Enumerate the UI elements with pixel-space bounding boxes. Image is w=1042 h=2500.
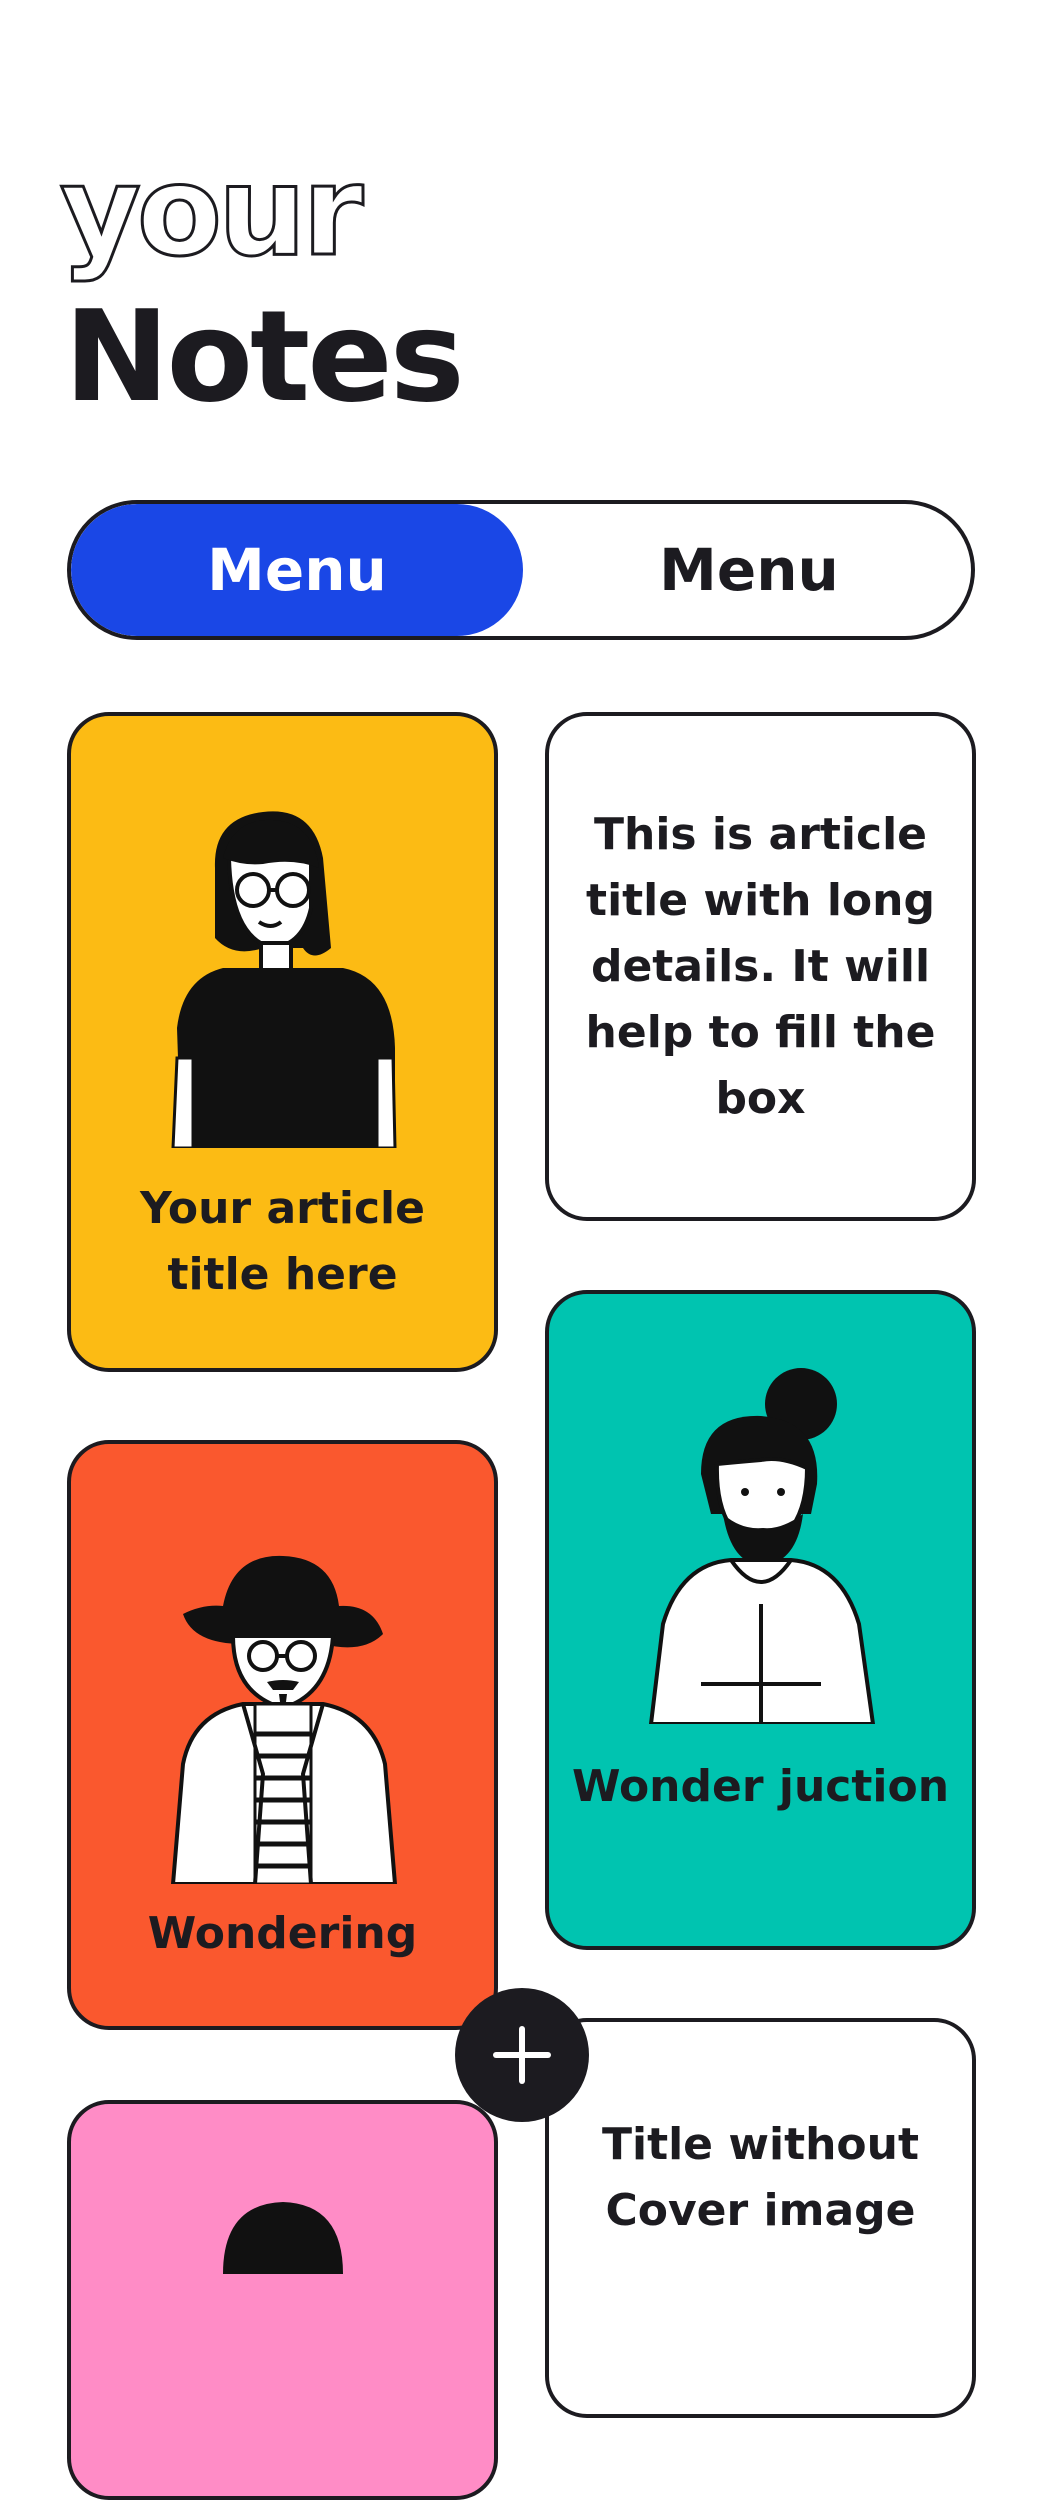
segment-menu-left[interactable]: Menu	[71, 504, 523, 636]
note-card[interactable]: Wonder juction	[545, 1290, 976, 1950]
add-note-button[interactable]	[455, 1988, 589, 2122]
card-title: Title without Cover image	[601, 2119, 920, 2236]
plus-icon	[493, 2026, 551, 2084]
page-subtitle: your	[58, 140, 364, 284]
woman-with-glasses-avatar	[170, 811, 397, 1148]
segmented-control: Menu Menu	[67, 500, 975, 640]
card-title: This is article title with long details.…	[585, 808, 936, 1124]
woman-avatar	[222, 2202, 343, 2274]
card-title: Wondering	[147, 1908, 418, 1959]
note-card[interactable]	[67, 2100, 498, 2500]
note-card[interactable]: This is article title with long details.…	[545, 712, 976, 1221]
page-title: Notes	[64, 283, 465, 430]
note-card[interactable]: Your article title here	[67, 712, 498, 1372]
man-with-hat-avatar	[170, 1555, 397, 1884]
card-title: Wonder juction	[571, 1761, 950, 1812]
segment-menu-right[interactable]: Menu	[523, 504, 971, 636]
man-with-bun-avatar	[648, 1368, 875, 1724]
card-title: Your article title here	[140, 1183, 425, 1300]
note-card[interactable]: Wondering	[67, 1440, 498, 2030]
note-card[interactable]: Title without Cover image	[545, 2018, 976, 2418]
